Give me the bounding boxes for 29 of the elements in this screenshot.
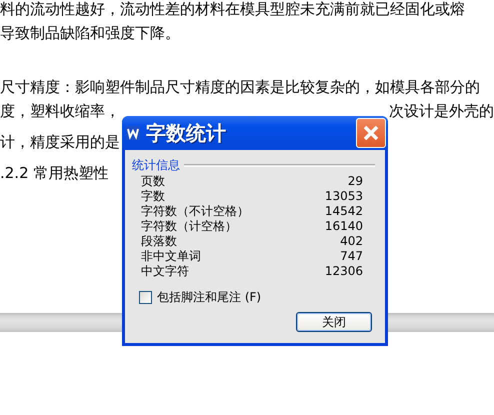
stat-label: 页数 (141, 174, 166, 189)
app-logo-icon (126, 126, 140, 140)
checkbox[interactable] (139, 291, 152, 304)
window-title: 字数统计 (146, 120, 227, 146)
body-text: 料的流动性越好，流动性差的材料在模具型腔未充满前就已经固化或熔 (0, 0, 465, 18)
stat-value: 747 (339, 249, 363, 264)
stat-value: 12306 (324, 264, 363, 279)
close-dialog-button[interactable]: 关闭 (296, 312, 372, 332)
close-icon (362, 124, 380, 142)
checkbox-label: 包括脚注和尾注 (F) (157, 289, 262, 306)
stat-value: 402 (339, 234, 363, 249)
stat-label: 非中文单词 (141, 249, 202, 264)
stat-value: 29 (346, 174, 363, 189)
stat-label: 字符数（不计空格） (141, 204, 250, 219)
stat-label: 字符数（计空格） (141, 219, 238, 234)
body-text: 计，精度采用的是 (0, 133, 120, 152)
stat-label: 中文字符 (141, 264, 190, 279)
close-button[interactable] (356, 118, 386, 148)
group-label: 统计信息 (132, 156, 180, 174)
stat-value: 16140 (324, 219, 363, 234)
body-text: .2.2 常用热塑性 (0, 164, 108, 183)
body-text: 导致制品缺陷和强度下降。 (0, 24, 180, 43)
body-text: 次设计是外壳的 (389, 102, 494, 121)
body-text: 尺寸精度：影响塑件制品尺寸精度的因素是比较复杂的，如模具各部分的 (0, 78, 480, 96)
stat-value: 14542 (324, 204, 363, 219)
stat-label: 字数 (141, 189, 166, 204)
stat-label: 段落数 (141, 234, 178, 249)
body-text: 度，塑料收缩率， (0, 102, 120, 121)
stat-value: 13053 (324, 189, 363, 204)
